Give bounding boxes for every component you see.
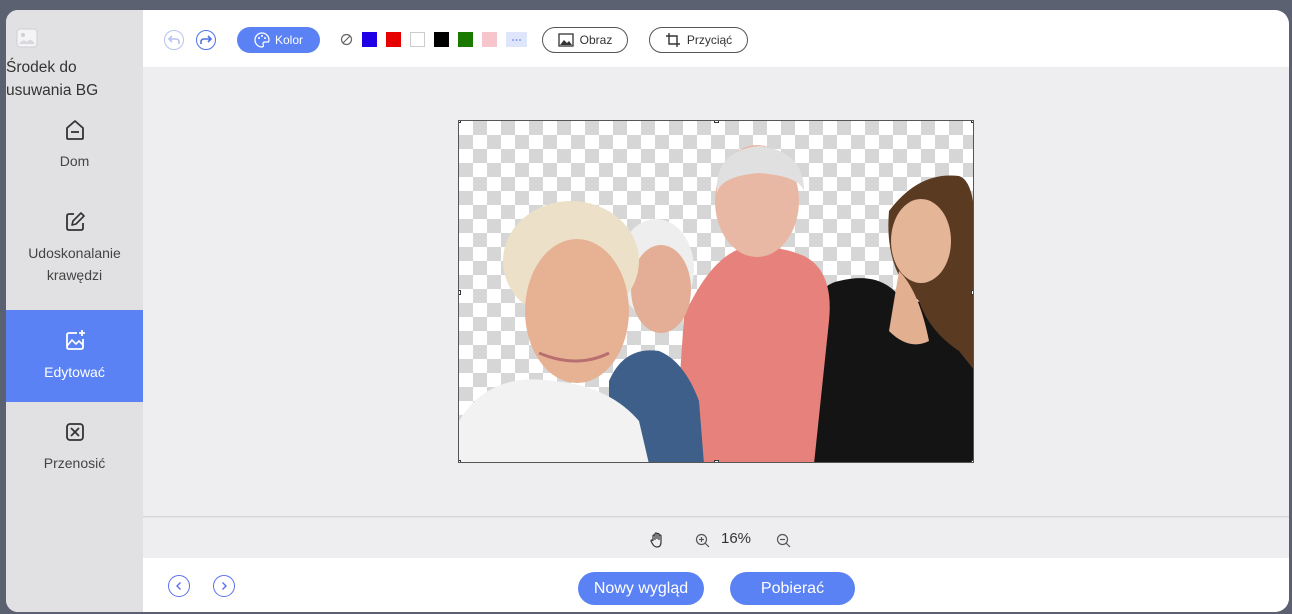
zoom-level: 16% (721, 530, 752, 547)
previous-button[interactable] (168, 575, 190, 597)
swatch-pink[interactable] (482, 32, 497, 47)
sidebar-item-refine-edges[interactable]: Udoskonalanie krawędzi (6, 210, 143, 300)
swatch-white[interactable] (410, 32, 425, 47)
image-button-label: Obraz (579, 33, 613, 47)
color-button-label: Kolor (274, 33, 303, 47)
move-arrows-icon (65, 423, 84, 441)
editor-canvas (143, 67, 1289, 517)
sidebar-item-label: Dom (59, 153, 90, 169)
app-window: Środek do usuwania BG Dom Udoskonalanie … (6, 10, 1289, 612)
photo-preview[interactable] (458, 120, 974, 463)
new-look-button[interactable]: Nowy wygląd (578, 572, 704, 605)
resize-handle[interactable] (714, 460, 719, 462)
image-icon (558, 33, 574, 47)
more-dots-icon (512, 39, 521, 41)
image-background-button[interactable]: Obraz (542, 27, 628, 53)
hand-pan-icon[interactable] (649, 532, 665, 548)
crop-button-label: Przyciąć (686, 33, 733, 47)
swatch-green[interactable] (458, 32, 473, 47)
crop-icon (665, 33, 680, 47)
resize-handle[interactable] (459, 121, 461, 123)
swatch-none[interactable] (339, 32, 354, 47)
download-label: Pobierać (760, 579, 825, 597)
new-look-label: Nowy wygląd (593, 579, 689, 597)
resize-handle[interactable] (971, 121, 973, 123)
download-button[interactable]: Pobierać (730, 572, 855, 605)
no-color-icon (340, 33, 353, 46)
resize-handle[interactable] (459, 460, 461, 462)
sidebar-item-dom[interactable]: Dom (6, 118, 143, 188)
sidebar-item-label: Edytować (44, 364, 105, 380)
app-title: Środek do usuwania BG (6, 59, 99, 99)
home-icon (65, 120, 84, 140)
swatch-red[interactable] (386, 32, 401, 47)
sidebar-item-label: Udoskonalanie krawędzi (28, 245, 121, 283)
sidebar: Środek do usuwania BG Dom Udoskonalanie … (6, 10, 143, 612)
zoom-in-icon[interactable] (695, 533, 710, 548)
undo-icon (168, 35, 180, 44)
redo-icon (200, 35, 212, 44)
undo-button[interactable] (164, 30, 184, 50)
zoom-bar: 16% (143, 518, 1289, 558)
resize-handle[interactable] (714, 121, 719, 123)
chevron-left-icon (176, 582, 181, 590)
color-button[interactable]: Kolor (237, 27, 320, 53)
footer-bar: Nowy wygląd Pobierać (143, 558, 1289, 612)
sidebar-item-move[interactable]: Przenosić (6, 420, 143, 490)
redo-button[interactable] (196, 30, 216, 50)
palette-icon (254, 32, 270, 48)
main-area: Kolor Obraz Przyciąć 16% Nowy wygląd Pob… (143, 10, 1289, 612)
swatch-black[interactable] (434, 32, 449, 47)
next-button[interactable] (213, 575, 235, 597)
swatch-more[interactable] (506, 32, 527, 47)
resize-handle[interactable] (971, 290, 973, 295)
swatch-blue[interactable] (362, 32, 377, 47)
sidebar-item-label: Przenosić (43, 455, 106, 471)
crop-button[interactable]: Przyciąć (649, 27, 748, 53)
resize-handle[interactable] (971, 460, 973, 462)
toolbar: Kolor Obraz Przyciąć (143, 10, 1289, 67)
image-edit-icon (65, 330, 85, 350)
sidebar-item-edit[interactable]: Edytować (6, 310, 143, 402)
resize-handle[interactable] (459, 290, 461, 295)
zoom-out-icon[interactable] (776, 533, 791, 548)
chevron-right-icon (222, 582, 227, 590)
people-cutout-image (459, 145, 973, 462)
photo-cloud-icon (16, 28, 38, 48)
edit-square-icon (65, 212, 85, 231)
